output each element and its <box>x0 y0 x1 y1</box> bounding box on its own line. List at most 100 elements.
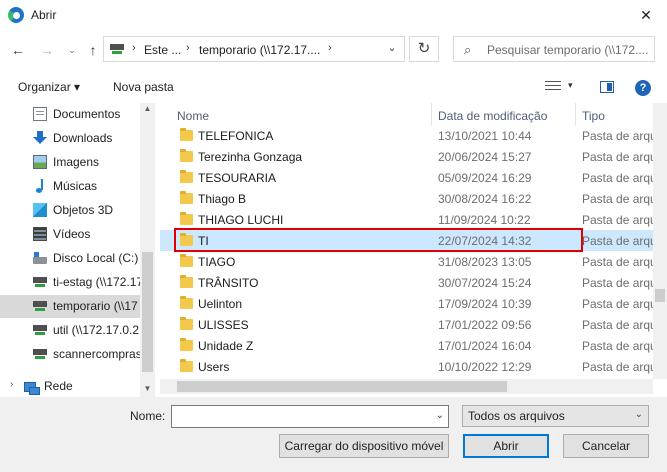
search-input[interactable]: ⌕ Pesquisar temporario (\\172.... <box>453 36 655 62</box>
file-row-users[interactable]: Users 10/10/2022 12:29 Pasta de arquivos <box>160 356 653 377</box>
address-bar[interactable]: › Este ... › temporario (\\172.17.... › <box>103 36 405 62</box>
file-row-transito[interactable]: TRÂNSITO 30/07/2024 15:24 Pasta de arqui… <box>160 272 653 293</box>
file-list-horizontal-scrollbar-thumb[interactable] <box>177 381 507 392</box>
breadcrumb-temporario[interactable]: temporario (\\172.17.... <box>199 43 320 57</box>
view-dropdown-icon[interactable]: ▾ <box>568 80 573 91</box>
chevron-down-icon: ⌄ <box>634 409 643 420</box>
file-name: TRÂNSITO <box>198 276 259 290</box>
view-options-icon[interactable] <box>545 81 561 92</box>
sidebar-scrollbar-thumb[interactable] <box>142 252 153 372</box>
sidebar-item-scannercompras[interactable]: scannercompras <box>0 343 142 366</box>
file-date: 05/09/2024 16:29 <box>438 171 532 185</box>
breadcrumb-this-pc[interactable]: Este ... <box>144 43 181 57</box>
chevron-down-icon[interactable]: ⌄ <box>436 410 444 421</box>
upload-from-mobile-button[interactable]: Carregar do dispositivo móvel <box>279 434 449 458</box>
file-type: Pasta de arquivos <box>582 150 653 164</box>
file-row-unidade-z[interactable]: Unidade Z 17/01/2024 16:04 Pasta de arqu… <box>160 335 653 356</box>
sidebar-item-ti-estag[interactable]: ti-estag (\\172.17 <box>0 271 144 294</box>
folder-icon <box>180 359 193 372</box>
network-drive-icon <box>33 347 47 361</box>
file-row-thiago-luchi[interactable]: THIAGO LUCHI 11/09/2024 10:22 Pasta de a… <box>160 209 653 230</box>
file-type-select[interactable]: Todos os arquivos ⌄ <box>462 405 649 427</box>
file-date: 30/08/2024 16:22 <box>438 192 532 206</box>
preview-pane-icon[interactable] <box>600 81 614 93</box>
file-row-tesouraria[interactable]: TESOURARIA 05/09/2024 16:29 Pasta de arq… <box>160 167 653 188</box>
new-folder-button[interactable]: Nova pasta <box>113 80 174 94</box>
folder-icon <box>180 296 193 309</box>
sidebar-item-util[interactable]: util (\\172.17.0.2 <box>0 319 140 342</box>
sidebar-item-label: Vídeos <box>53 227 91 241</box>
file-row-tiago[interactable]: TIAGO 31/08/2023 13:05 Pasta de arquivos <box>160 251 653 272</box>
sidebar-item-downloads[interactable]: Downloads <box>0 127 140 150</box>
sidebar-item-label: scannercompras <box>53 347 142 361</box>
window-title: Abrir <box>31 8 57 22</box>
file-date: 13/10/2021 10:44 <box>438 129 532 143</box>
sidebar-item-objetos-3d[interactable]: Objetos 3D <box>0 199 140 222</box>
column-divider[interactable] <box>431 103 432 126</box>
file-type: Pasta de arquivos <box>582 297 653 311</box>
file-date: 17/01/2024 16:04 <box>438 339 532 353</box>
sidebar-item-imagens[interactable]: Imagens <box>0 151 140 174</box>
file-row-ulisses[interactable]: ULISSES 17/01/2022 09:56 Pasta de arquiv… <box>160 314 653 335</box>
sidebar-item-rede[interactable]: › Rede <box>0 375 140 397</box>
help-icon[interactable]: ? <box>635 80 651 96</box>
edge-app-icon <box>8 7 24 23</box>
filename-input[interactable]: ⌄ <box>171 405 449 428</box>
file-row-uelinton[interactable]: Uelinton 17/09/2024 10:39 Pasta de arqui… <box>160 293 653 314</box>
file-name: Uelinton <box>198 297 243 311</box>
column-divider[interactable] <box>575 103 576 126</box>
scroll-up-arrow-icon[interactable]: ▲ <box>140 104 155 113</box>
file-type: Pasta de arquivos <box>582 129 653 143</box>
file-name: ULISSES <box>198 318 249 332</box>
sidebar-item-temporario[interactable]: temporario (\\17 <box>0 295 140 318</box>
folder-icon <box>180 191 193 204</box>
open-button[interactable]: Abrir <box>463 434 549 458</box>
file-type: Pasta de arquivos <box>582 234 653 248</box>
back-button[interactable]: ← <box>8 40 28 60</box>
title-bar: Abrir ✕ <box>0 0 667 30</box>
sidebar-item-label: ti-estag (\\172.17 <box>53 275 144 289</box>
navigation-pane: Documentos Downloads Imagens Músicas Obj… <box>0 103 155 397</box>
file-list-vertical-scrollbar-thumb[interactable] <box>655 289 665 302</box>
breadcrumb-separator[interactable]: › <box>132 42 136 54</box>
highlight-box <box>174 228 583 252</box>
sidebar-item-musicas[interactable]: Músicas <box>0 175 140 198</box>
cancel-button[interactable]: Cancelar <box>563 434 649 458</box>
breadcrumb-separator[interactable]: › <box>186 42 190 54</box>
search-placeholder: Pesquisar temporario (\\172.... <box>487 43 649 57</box>
network-icon <box>24 379 40 395</box>
file-type: Pasta de arquivos <box>582 276 653 290</box>
file-row-thiago-b[interactable]: Thiago B 30/08/2024 16:22 Pasta de arqui… <box>160 188 653 209</box>
file-list-vertical-scrollbar[interactable] <box>653 103 667 379</box>
up-button[interactable]: ↑ <box>83 40 103 60</box>
forward-button[interactable]: → <box>37 40 57 60</box>
file-name: TELEFONICA <box>198 129 274 143</box>
expand-chevron-icon[interactable]: › <box>10 379 13 390</box>
file-row-terezinha-gonzaga[interactable]: Terezinha Gonzaga 20/06/2024 15:27 Pasta… <box>160 146 653 167</box>
address-dropdown-icon[interactable]: ⌄ <box>385 38 399 58</box>
command-toolbar: Organizar ▾ Nova pasta ▾ ? <box>0 72 667 100</box>
drive-icon <box>33 251 47 265</box>
recent-locations-button[interactable]: ⌄ <box>62 40 82 60</box>
breadcrumb-separator[interactable]: › <box>328 42 332 54</box>
downloads-icon <box>33 131 47 145</box>
file-row-telefonica[interactable]: TELEFONICA 13/10/2021 10:44 Pasta de arq… <box>160 125 653 146</box>
network-drive-icon <box>110 44 124 54</box>
sidebar-item-label: temporario (\\17 <box>53 299 138 313</box>
sidebar-item-documentos[interactable]: Documentos <box>0 103 140 126</box>
close-button[interactable]: ✕ <box>625 0 667 30</box>
sidebar-item-disco-local[interactable]: Disco Local (C:) <box>0 247 140 270</box>
folder-icon <box>180 128 193 141</box>
sidebar-item-label: Documentos <box>53 107 121 121</box>
sidebar-item-videos[interactable]: Vídeos <box>0 223 140 246</box>
sidebar-item-label: util (\\172.17.0.2 <box>53 323 140 337</box>
refresh-button[interactable]: ↻ <box>409 36 439 62</box>
sidebar-item-label: Disco Local (C:) <box>53 251 139 265</box>
folder-icon <box>180 212 193 225</box>
sidebar-item-label: Imagens <box>53 155 100 169</box>
scroll-down-arrow-icon[interactable]: ▼ <box>140 384 155 393</box>
file-date: 17/09/2024 10:39 <box>438 297 532 311</box>
file-date: 10/10/2022 12:29 <box>438 360 532 374</box>
pictures-icon <box>33 155 47 169</box>
organize-button[interactable]: Organizar ▾ <box>18 80 80 94</box>
